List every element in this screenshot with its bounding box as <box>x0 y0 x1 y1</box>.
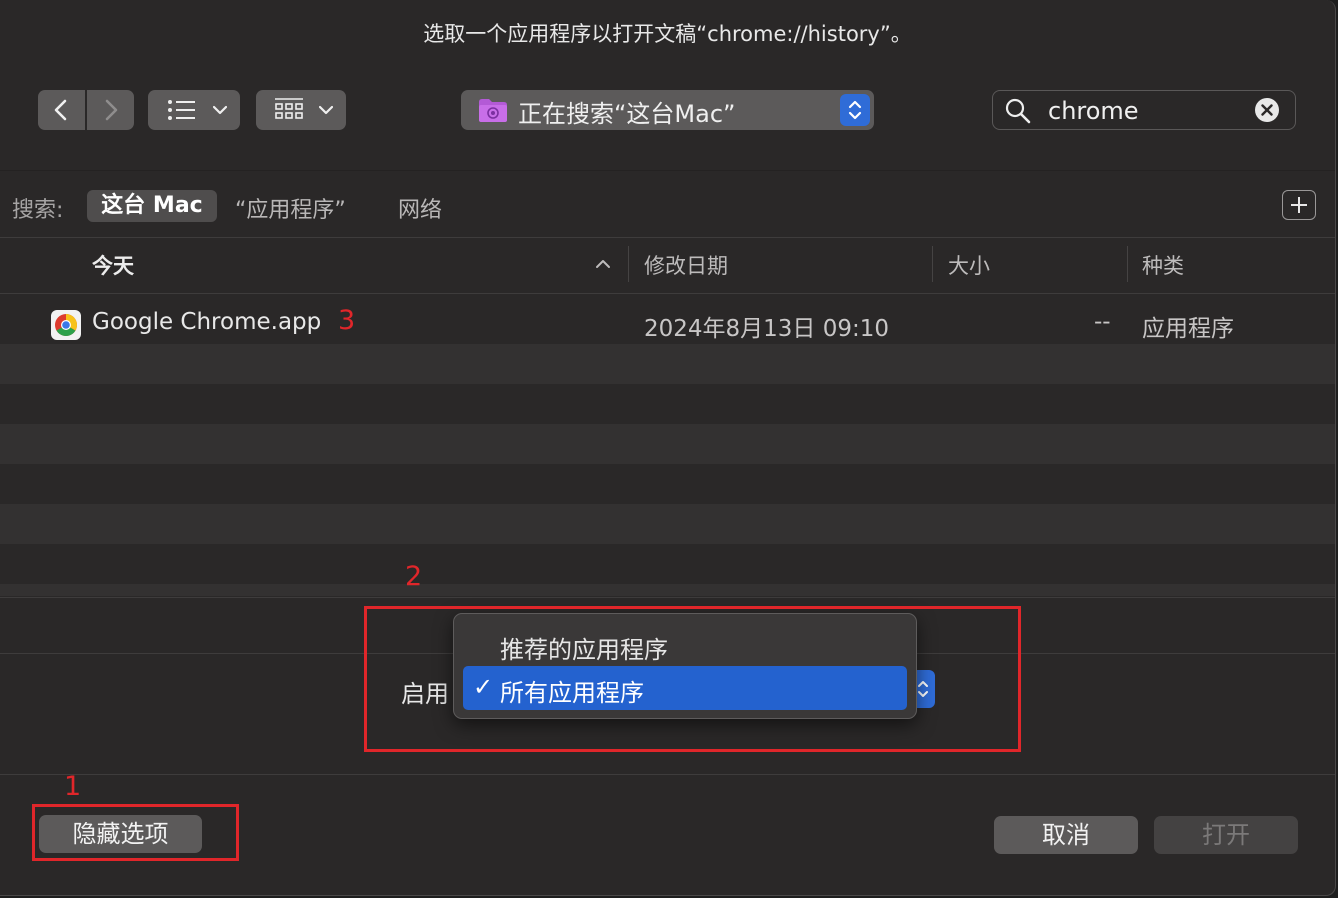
group-view-button[interactable] <box>256 90 346 130</box>
chevron-right-icon <box>105 99 118 121</box>
scope-applications[interactable]: “应用程序” <box>235 192 346 224</box>
sort-ascending-icon <box>596 260 610 268</box>
annotation-box-2 <box>364 606 1021 752</box>
search-field[interactable] <box>992 90 1296 130</box>
back-button[interactable] <box>38 90 85 130</box>
scope-network[interactable]: 网络 <box>398 192 442 224</box>
file-name: Google Chrome.app <box>92 309 322 335</box>
file-size: -- <box>1094 309 1111 335</box>
nav-back-forward <box>38 90 134 130</box>
cancel-button[interactable]: 取消 <box>994 816 1138 854</box>
search-scope-bar: 搜索: 这台 Mac “应用程序” 网络 <box>0 188 1335 224</box>
location-stepper[interactable] <box>840 94 870 126</box>
column-size[interactable]: 大小 <box>948 250 990 280</box>
chevron-left-icon <box>54 99 67 121</box>
dialog-title: 选取一个应用程序以打开文稿“chrome://history”。 <box>423 22 912 46</box>
forward-button[interactable] <box>87 90 134 130</box>
column-today[interactable]: 今天 <box>92 250 134 280</box>
file-modified: 2024年8月13日 09:10 <box>644 316 890 342</box>
up-down-chevron-icon <box>848 100 862 120</box>
open-button[interactable]: 打开 <box>1154 816 1298 854</box>
chevron-down-icon <box>319 105 333 115</box>
annotation-3: 3 <box>338 305 356 336</box>
search-input[interactable] <box>1046 96 1240 126</box>
column-kind[interactable]: 种类 <box>1142 250 1184 280</box>
clear-search-icon[interactable] <box>1255 98 1279 122</box>
add-search-criteria-button[interactable] <box>1282 190 1316 220</box>
list-view-button[interactable] <box>148 90 240 130</box>
annotation-box-1 <box>32 804 239 861</box>
list-view-icon <box>168 100 195 120</box>
location-label: 正在搜索“这台Mac” <box>518 100 736 128</box>
chevron-down-icon <box>213 105 227 115</box>
file-kind: 应用程序 <box>1142 316 1234 342</box>
scope-label: 搜索: <box>12 198 64 223</box>
grid-view-icon <box>275 98 303 119</box>
annotation-2: 2 <box>405 561 423 592</box>
folder-icon <box>479 99 507 122</box>
column-modified[interactable]: 修改日期 <box>644 250 728 280</box>
chrome-app-icon <box>51 310 81 340</box>
plus-icon <box>1291 197 1307 213</box>
open-with-dialog: 选取一个应用程序以打开文稿“chrome://history”。 正在搜索“这台… <box>0 0 1336 896</box>
search-icon <box>1005 98 1031 124</box>
scope-this-mac[interactable]: 这台 Mac <box>87 190 217 222</box>
annotation-1: 1 <box>64 771 82 802</box>
location-popup[interactable]: 正在搜索“这台Mac” <box>461 90 874 130</box>
